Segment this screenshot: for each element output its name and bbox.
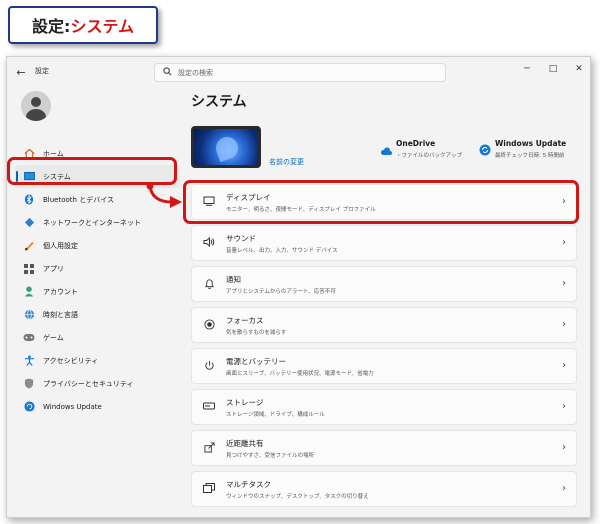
sidebar-item-label: アカウント — [43, 287, 78, 296]
app-title: 設定 — [35, 67, 49, 75]
shield-icon — [23, 378, 35, 390]
avatar-head — [31, 97, 41, 107]
card-storage[interactable]: ストレージ ストレージ領域、ドライブ、構成ルール › — [191, 389, 577, 425]
title-bar: ← 設定 ─ □ ✕ — [7, 57, 590, 89]
card-title: マルチタスク — [226, 480, 271, 489]
avatar-body — [26, 109, 46, 121]
settings-window: ← 設定 ─ □ ✕ ホーム システム Bluetooth とデバイス — [6, 56, 591, 518]
device-wallpaper-thumbnail — [191, 126, 261, 168]
minimize-button[interactable]: ─ — [515, 61, 539, 77]
sidebar-item-bluetooth[interactable]: Bluetooth とデバイス — [15, 188, 180, 211]
cloud-icon — [380, 141, 392, 155]
close-button[interactable]: ✕ — [567, 61, 590, 77]
page-callout-label: 設定: システム — [8, 6, 158, 44]
sidebar-item-label: ゲーム — [43, 333, 64, 342]
sidebar-item-accessibility[interactable]: アクセシビリティ — [15, 349, 180, 372]
highlight-display-card — [183, 180, 579, 224]
power-icon — [202, 360, 216, 374]
card-subtitle: 音量レベル、出力、入力、サウンド デバイス — [226, 248, 338, 254]
chevron-right-icon: › — [562, 237, 566, 248]
settings-card-list: ディスプレイ モニター、明るさ、夜間モード、ディスプレイ プロファイル › サウ… — [191, 184, 577, 512]
storage-icon — [202, 401, 216, 415]
card-title: 通知 — [226, 275, 241, 284]
accessibility-icon — [23, 355, 35, 367]
apps-icon — [23, 263, 35, 275]
card-subtitle: アプリとシステムからのアラート、応答不可 — [226, 289, 336, 295]
sidebar-item-accounts[interactable]: アカウント — [15, 280, 180, 303]
card-subtitle: ウィンドウのスナップ、デスクトップ、タスクの切り替え — [226, 494, 369, 500]
wallpaper-bloom — [212, 133, 242, 163]
sidebar-item-label: アプリ — [43, 264, 64, 273]
card-subtitle: 気を散らすものを減らす — [226, 330, 287, 336]
sidebar-item-label: プライバシーとセキュリティ — [43, 379, 134, 388]
card-title: ストレージ — [226, 398, 264, 407]
card-focus[interactable]: フォーカス 気を散らすものを減らす › — [191, 307, 577, 343]
card-title: フォーカス — [226, 316, 264, 325]
sidebar-item-gaming[interactable]: ゲーム — [15, 326, 180, 349]
sync-icon — [479, 141, 491, 156]
sidebar-item-personalization[interactable]: 個人用設定 — [15, 234, 180, 257]
sidebar-item-time-language[interactable]: 時刻と言語 — [15, 303, 180, 326]
sidebar-item-windows-update[interactable]: Windows Update — [15, 395, 180, 418]
sidebar-item-apps[interactable]: アプリ — [15, 257, 180, 280]
sidebar-item-label: ネットワークとインターネット — [43, 218, 141, 227]
sidebar-item-privacy-security[interactable]: プライバシーとセキュリティ — [15, 372, 180, 395]
user-avatar[interactable] — [21, 91, 51, 121]
rename-device-link[interactable]: 名前の変更 — [269, 157, 304, 167]
bluetooth-icon — [23, 194, 35, 206]
card-nearby-sharing[interactable]: 近距離共有 見つけやすさ、受信ファイルの場所 › — [191, 430, 577, 466]
callout-highlight: システム — [70, 17, 134, 36]
multitask-icon — [202, 483, 216, 497]
search-box[interactable] — [154, 63, 446, 82]
sidebar-item-label: Windows Update — [43, 402, 102, 411]
globe-icon — [23, 309, 35, 321]
speaker-icon — [202, 236, 216, 251]
sidebar-item-network[interactable]: ネットワークとインターネット — [15, 211, 180, 234]
focus-icon — [202, 319, 216, 333]
onedrive-subtitle: ・ファイルのバックアップ — [396, 153, 463, 159]
card-subtitle: 画面とスリープ、バッテリー使用状況、電源モード、省電力 — [226, 371, 374, 377]
card-multitasking[interactable]: マルチタスク ウィンドウのスナップ、デスクトップ、タスクの切り替え › — [191, 471, 577, 507]
card-title: 電源とバッテリー — [226, 357, 286, 366]
card-subtitle: 見つけやすさ、受信ファイルの場所 — [226, 453, 315, 459]
windows-update-title: Windows Update — [495, 139, 567, 148]
card-notifications[interactable]: 通知 アプリとシステムからのアラート、応答不可 › — [191, 266, 577, 302]
card-subtitle: ストレージ領域、ドライブ、構成ルール — [226, 412, 325, 418]
share-icon — [202, 442, 216, 456]
gamepad-icon — [23, 332, 35, 344]
highlight-sidebar-system — [7, 157, 177, 185]
search-icon — [163, 66, 172, 79]
windows-update-subtitle: 最終チェック日時: 5 時間前 — [495, 153, 565, 159]
card-title: 近距離共有 — [226, 439, 264, 448]
account-icon — [23, 286, 35, 298]
callout-prefix: 設定: — [32, 17, 71, 36]
card-power-battery[interactable]: 電源とバッテリー 画面とスリープ、バッテリー使用状況、電源モード、省電力 › — [191, 348, 577, 384]
network-icon — [23, 217, 35, 229]
back-arrow-icon[interactable]: ← — [13, 65, 29, 81]
card-sound[interactable]: サウンド 音量レベル、出力、入力、サウンド デバイス › — [191, 225, 577, 261]
chevron-right-icon: › — [562, 278, 566, 289]
page-title: システム — [191, 94, 247, 110]
search-input[interactable] — [178, 68, 418, 77]
bell-icon — [202, 278, 216, 292]
sidebar-item-label: 時刻と言語 — [43, 310, 78, 319]
maximize-button[interactable]: □ — [541, 61, 565, 77]
onedrive-title: OneDrive — [396, 139, 436, 148]
chevron-right-icon: › — [562, 401, 566, 412]
sidebar-item-label: アクセシビリティ — [43, 356, 99, 365]
chevron-right-icon: › — [562, 483, 566, 494]
chevron-right-icon: › — [562, 319, 566, 330]
card-title: サウンド — [226, 234, 256, 243]
chevron-right-icon: › — [562, 442, 566, 453]
sidebar-item-label: 個人用設定 — [43, 241, 78, 250]
brush-icon — [23, 240, 35, 252]
sidebar-item-label: Bluetooth とデバイス — [43, 195, 114, 204]
chevron-right-icon: › — [562, 360, 566, 371]
update-icon — [23, 401, 35, 413]
